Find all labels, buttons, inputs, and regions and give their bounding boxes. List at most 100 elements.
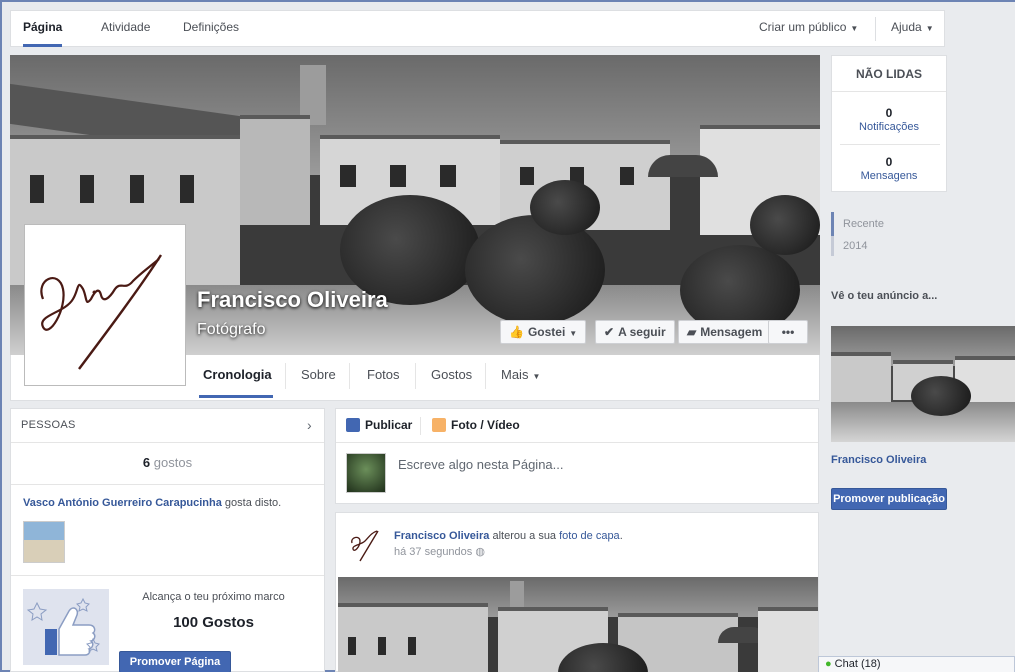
cover-photo-link[interactable]: foto de capa: [559, 530, 620, 542]
cover-tree: [465, 215, 605, 325]
composer-tabs: Publicar Foto / Vídeo: [336, 409, 818, 443]
post-author-avatar[interactable]: [346, 525, 386, 565]
liked-button[interactable]: 👍 Gostei ▼: [500, 320, 587, 344]
page-name[interactable]: Francisco Oliveira: [197, 287, 388, 313]
following-button[interactable]: ✔ A seguir: [595, 320, 675, 344]
notifications-count: 0: [885, 106, 893, 120]
chevron-right-icon[interactable]: ›: [307, 417, 312, 433]
liked-button-label: Gostei: [527, 325, 566, 339]
page-admin-nav: Página Atividade Definições Criar um púb…: [10, 10, 945, 47]
tab-sobre[interactable]: Sobre: [301, 367, 336, 382]
tab-divider: [349, 363, 350, 389]
chat-bar[interactable]: ● Chat (18): [818, 656, 1015, 672]
create-audience-label: Criar um público: [759, 20, 847, 34]
people-title: PESSOAS: [21, 419, 76, 431]
page-category: Fotógrafo: [197, 321, 266, 338]
active-tab-underline: [199, 395, 273, 398]
tab-pagina[interactable]: Página: [23, 11, 63, 47]
check-icon: ✔: [604, 325, 615, 339]
create-audience-menu[interactable]: Criar um público ▼: [759, 11, 858, 47]
post-image-window: [408, 637, 416, 655]
cover-window: [390, 165, 406, 187]
promote-page-button[interactable]: Promover Página: [119, 651, 231, 672]
chat-label: Chat (18): [834, 658, 881, 670]
publish-tab[interactable]: Publicar: [346, 418, 412, 432]
scrubber-year[interactable]: 2014: [843, 240, 867, 252]
caret-down-icon: ▼: [532, 372, 541, 381]
photo-video-tab[interactable]: Foto / Vídeo: [432, 418, 520, 432]
message-icon: ▰: [687, 325, 697, 339]
people-card: PESSOAS › 6 gostos Vasco António Guerrei…: [10, 408, 325, 672]
post-image-window: [378, 637, 386, 655]
help-label: Ajuda: [891, 20, 922, 34]
likes-number: 6: [142, 455, 151, 470]
cover-window: [30, 175, 44, 203]
milestone-text: Alcança o teu próximo marco: [142, 591, 285, 603]
following-button-label: A seguir: [618, 325, 666, 339]
signature-logo: [29, 229, 181, 381]
divider: [11, 484, 324, 485]
promote-post-button[interactable]: Promover publicação: [831, 488, 947, 510]
caret-down-icon: ▼: [569, 329, 578, 338]
post-author-link[interactable]: Francisco Oliveira: [394, 530, 489, 542]
cover-window: [340, 165, 356, 187]
thumbs-up-milestone-icon: [23, 589, 109, 665]
post-time-label: há 37 segundos: [394, 546, 473, 558]
tab-gostos[interactable]: Gostos: [431, 367, 472, 382]
cover-building: [240, 115, 310, 225]
post-cover-image[interactable]: [338, 577, 818, 672]
ad-page-name[interactable]: Francisco Oliveira: [831, 454, 926, 466]
publish-tab-label: Publicar: [365, 418, 413, 432]
post-image-building: [758, 607, 818, 672]
friend-like-suffix: gosta disto.: [224, 497, 282, 509]
scrubber-active-bar: [831, 212, 834, 236]
scrubber-bar: [831, 236, 834, 256]
online-dot-icon: ●: [825, 658, 832, 670]
divider: [11, 575, 324, 576]
photo-icon: [432, 418, 446, 432]
photo-video-label: Foto / Vídeo: [451, 418, 520, 432]
friend-name-link[interactable]: Vasco António Guerreiro Carapucinha: [23, 497, 222, 509]
tab-mais[interactable]: Mais ▼: [501, 367, 540, 382]
likes-count[interactable]: 6 gostos: [11, 455, 324, 470]
pencil-icon: [346, 418, 360, 432]
caret-down-icon: ▼: [850, 24, 859, 33]
messages-link[interactable]: Mensagens: [832, 170, 946, 182]
cover-tree: [530, 180, 600, 235]
post-composer: Publicar Foto / Vídeo Escreve algo nesta…: [335, 408, 819, 504]
profile-picture[interactable]: [24, 224, 186, 386]
cover-tree: [750, 195, 820, 255]
composer-avatar: [346, 453, 386, 493]
tab-atividade[interactable]: Atividade: [101, 11, 150, 47]
scrubber-recent[interactable]: Recente: [843, 218, 884, 230]
ad-image-tree: [911, 376, 971, 416]
composer-input[interactable]: Escreve algo nesta Página...: [398, 457, 564, 472]
ad-preview-title[interactable]: Vê o teu anúncio a...: [831, 290, 937, 302]
tab-divider: [420, 417, 421, 435]
cover-window: [620, 167, 634, 185]
more-dots-label: •••: [781, 325, 795, 339]
people-header[interactable]: PESSOAS ›: [11, 409, 324, 443]
message-button[interactable]: ▰ Mensagem: [678, 320, 772, 344]
post-action: alterou a sua: [492, 530, 557, 542]
notifications-link[interactable]: Notificações: [832, 121, 946, 133]
more-options-button[interactable]: •••: [768, 320, 808, 344]
messages-count: 0: [885, 155, 893, 169]
caret-down-icon: ▼: [925, 24, 934, 33]
ad-preview-image[interactable]: [831, 326, 1015, 442]
tab-divider: [415, 363, 416, 389]
cover-window: [180, 175, 194, 203]
message-button-label: Mensagem: [700, 325, 763, 339]
cover-window: [130, 175, 144, 203]
help-menu[interactable]: Ajuda ▼: [891, 11, 934, 47]
post-image-window: [348, 637, 356, 655]
tab-definicoes[interactable]: Definições: [183, 11, 239, 47]
cover-window: [80, 175, 94, 203]
milestone-goal: 100 Gostos: [173, 614, 254, 631]
friend-avatar[interactable]: [23, 521, 65, 563]
unread-header: NÃO LIDAS: [832, 56, 946, 92]
tab-mais-label: Mais: [501, 367, 529, 382]
post-timestamp[interactable]: há 37 segundos ◍: [394, 545, 485, 558]
tab-fotos[interactable]: Fotos: [367, 367, 400, 382]
tab-cronologia[interactable]: Cronologia: [203, 367, 272, 382]
